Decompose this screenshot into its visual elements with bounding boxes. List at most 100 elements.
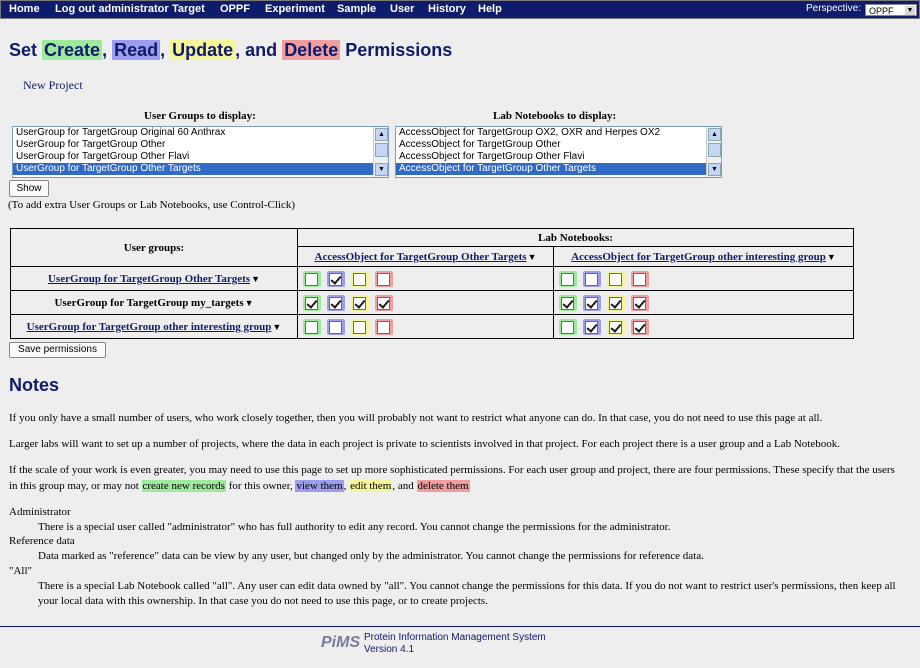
user-group-link[interactable]: UserGroup for TargetGroup Other Targets bbox=[48, 273, 250, 285]
notebooks-listbox[interactable]: AccessObject for TargetGroup OX2, OXR an… bbox=[395, 126, 722, 178]
delete-checkbox[interactable] bbox=[633, 272, 646, 286]
delete-checkbox[interactable] bbox=[633, 320, 646, 334]
update-checkbox[interactable] bbox=[353, 272, 366, 286]
nav-target[interactable]: Target bbox=[172, 3, 205, 15]
nav-history[interactable]: History bbox=[428, 3, 466, 15]
update-permission-wrap bbox=[607, 270, 625, 287]
notebook-column-link[interactable]: AccessObject for TargetGroup Other Targe… bbox=[315, 251, 527, 263]
user-groups-listbox[interactable]: UserGroup for TargetGroup Original 60 An… bbox=[12, 126, 389, 178]
read-checkbox[interactable] bbox=[585, 320, 598, 334]
table-row: UserGroup for TargetGroup Other Targets▼ bbox=[10, 266, 854, 291]
user-groups-label: User Groups to display: bbox=[144, 110, 256, 122]
reference-data-description: Data marked as "reference" data can be v… bbox=[38, 550, 704, 562]
create-checkbox[interactable] bbox=[305, 272, 318, 286]
permission-cell bbox=[553, 314, 854, 339]
nav-home[interactable]: Home bbox=[9, 3, 40, 15]
user-group-link[interactable]: UserGroup for TargetGroup other interest… bbox=[27, 321, 272, 333]
list-item[interactable]: AccessObject for TargetGroup Other Flavi bbox=[396, 151, 721, 163]
nav-experiment[interactable]: Experiment bbox=[265, 3, 325, 15]
show-button[interactable]: Show bbox=[9, 180, 49, 197]
perspective-select[interactable]: OPPF ▼ bbox=[865, 4, 917, 16]
read-permission-wrap bbox=[583, 270, 601, 287]
scroll-thumb[interactable] bbox=[375, 143, 388, 157]
user-group-name[interactable]: UserGroup for TargetGroup my_targets bbox=[54, 297, 243, 309]
create-checkbox[interactable] bbox=[561, 296, 574, 310]
list-item-selected[interactable]: AccessObject for TargetGroup Other Targe… bbox=[396, 163, 721, 175]
list-item[interactable]: AccessObject for TargetGroup Other bbox=[396, 139, 721, 151]
notebook-column-header: AccessObject for TargetGroup other inter… bbox=[553, 246, 854, 267]
permission-cell bbox=[553, 290, 854, 315]
list-item[interactable]: UserGroup for TargetGroup Original 60 An… bbox=[13, 127, 388, 139]
scrollbar[interactable]: ▲ ▼ bbox=[373, 127, 388, 177]
notebooks-label: Lab Notebooks to display: bbox=[493, 110, 617, 122]
new-project-link[interactable]: New Project bbox=[23, 78, 83, 93]
create-checkbox[interactable] bbox=[561, 320, 574, 334]
notes-text: in this group may, or may not bbox=[9, 480, 139, 492]
notes-paragraph-3b: in this group may, or may not create new… bbox=[9, 480, 470, 492]
nav-oppf[interactable]: OPPF bbox=[220, 3, 250, 15]
notes-paragraph-3a: If the scale of your work is even greate… bbox=[9, 464, 895, 476]
list-item[interactable]: UserGroup for TargetGroup Other Flavi bbox=[13, 151, 388, 163]
update-checkbox[interactable] bbox=[609, 320, 622, 334]
read-permission-wrap bbox=[583, 318, 601, 335]
create-permission-wrap bbox=[559, 294, 577, 311]
delete-checkbox[interactable] bbox=[377, 320, 390, 334]
table-row: UserGroup for TargetGroup other interest… bbox=[10, 314, 854, 339]
delete-permission-wrap bbox=[631, 270, 649, 287]
scroll-up-icon[interactable]: ▲ bbox=[708, 128, 721, 141]
title-delete: Delete bbox=[282, 40, 341, 60]
dropdown-triangle-icon[interactable]: ▼ bbox=[272, 322, 281, 332]
update-checkbox[interactable] bbox=[609, 272, 622, 286]
read-checkbox[interactable] bbox=[585, 272, 598, 286]
create-highlight: create new records bbox=[141, 480, 226, 492]
list-item[interactable]: AccessObject for TargetGroup OX2, OXR an… bbox=[396, 127, 721, 139]
perspective-label: Perspective: bbox=[806, 3, 862, 14]
dropdown-triangle-icon[interactable]: ▼ bbox=[245, 298, 254, 308]
update-permission-wrap bbox=[607, 318, 625, 335]
nav-sample[interactable]: Sample bbox=[337, 3, 376, 15]
nav-help[interactable]: Help bbox=[478, 3, 502, 15]
permissions-table: User groups: Lab Notebooks: AccessObject… bbox=[10, 228, 854, 339]
delete-permission-wrap bbox=[375, 270, 393, 287]
permission-cell bbox=[553, 266, 854, 291]
row-header: UserGroup for TargetGroup my_targets▼ bbox=[10, 290, 298, 315]
nav-logout[interactable]: Log out administrator bbox=[55, 3, 169, 15]
read-checkbox[interactable] bbox=[585, 296, 598, 310]
delete-checkbox[interactable] bbox=[377, 296, 390, 310]
delete-permission-wrap bbox=[631, 294, 649, 311]
create-checkbox[interactable] bbox=[561, 272, 574, 286]
read-permission-wrap bbox=[327, 318, 345, 335]
update-checkbox[interactable] bbox=[609, 296, 622, 310]
list-item[interactable]: UserGroup for TargetGroup Other bbox=[13, 139, 388, 151]
edit-highlight: edit them bbox=[349, 480, 393, 492]
update-checkbox[interactable] bbox=[353, 320, 366, 334]
scroll-up-icon[interactable]: ▲ bbox=[375, 128, 388, 141]
scroll-thumb[interactable] bbox=[708, 143, 721, 157]
title-read: Read bbox=[112, 40, 161, 60]
list-item-selected[interactable]: UserGroup for TargetGroup Other Targets bbox=[13, 163, 388, 175]
read-checkbox[interactable] bbox=[329, 320, 342, 334]
create-checkbox[interactable] bbox=[305, 320, 318, 334]
chevron-down-icon: ▼ bbox=[905, 6, 915, 15]
administrator-description: There is a special user called "administ… bbox=[38, 521, 671, 533]
delete-checkbox[interactable] bbox=[633, 296, 646, 310]
read-checkbox[interactable] bbox=[329, 272, 342, 286]
create-permission-wrap bbox=[559, 318, 577, 335]
dropdown-triangle-icon[interactable]: ▼ bbox=[251, 274, 260, 284]
save-permissions-button[interactable]: Save permissions bbox=[9, 342, 106, 358]
lab-notebooks-header: Lab Notebooks: bbox=[297, 228, 854, 247]
update-checkbox[interactable] bbox=[353, 296, 366, 310]
scroll-down-icon[interactable]: ▼ bbox=[708, 163, 721, 176]
create-permission-wrap bbox=[303, 318, 321, 335]
notebook-column-link[interactable]: AccessObject for TargetGroup other inter… bbox=[571, 251, 826, 263]
read-checkbox[interactable] bbox=[329, 296, 342, 310]
dropdown-triangle-icon[interactable]: ▼ bbox=[827, 252, 836, 262]
delete-checkbox[interactable] bbox=[377, 272, 390, 286]
create-checkbox[interactable] bbox=[305, 296, 318, 310]
dropdown-triangle-icon[interactable]: ▼ bbox=[528, 252, 537, 262]
read-permission-wrap bbox=[327, 270, 345, 287]
create-permission-wrap bbox=[303, 294, 321, 311]
scroll-down-icon[interactable]: ▼ bbox=[375, 163, 388, 176]
nav-user[interactable]: User bbox=[390, 3, 414, 15]
scrollbar[interactable]: ▲ ▼ bbox=[706, 127, 721, 177]
